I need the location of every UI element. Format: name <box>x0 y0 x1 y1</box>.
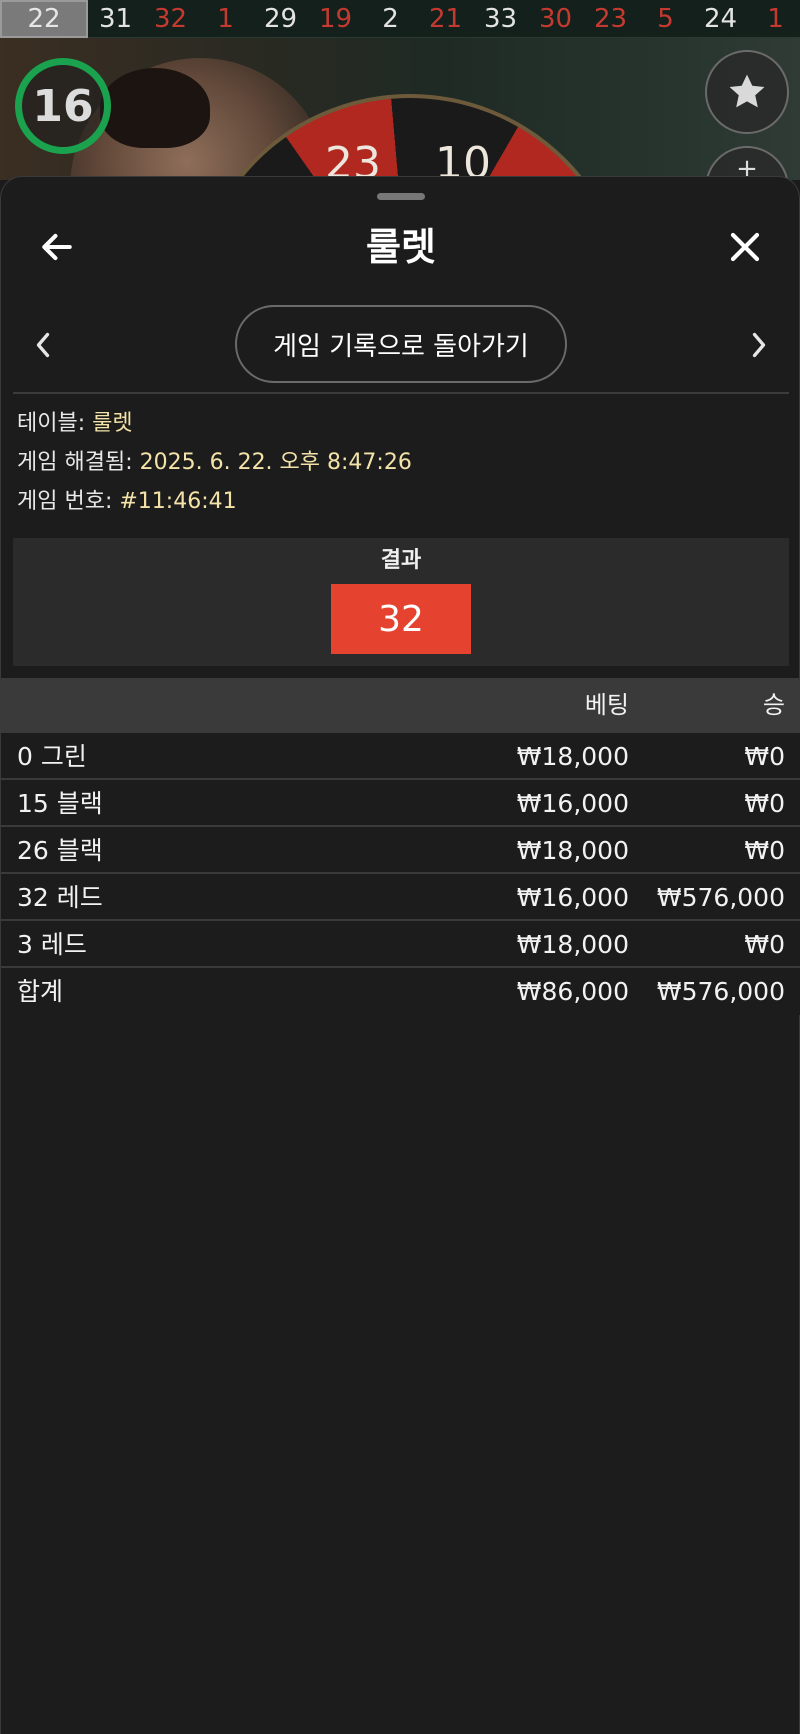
resolved-label: 게임 해결됨: <box>17 450 140 475</box>
bet-name: 26 블랙 <box>17 836 103 865</box>
history-number: 1 <box>767 3 784 34</box>
back-to-history-button[interactable]: 게임 기록으로 돌아가기 <box>235 305 567 383</box>
total-label: 합계 <box>17 977 64 1006</box>
close-icon <box>730 232 760 262</box>
table-label: 테이블: <box>17 411 93 436</box>
bets-table-header: 베팅 승 <box>1 678 800 733</box>
bet-amount: ₩18,000 <box>516 930 629 959</box>
chevron-left-icon <box>36 332 50 358</box>
total-row: 합계 ₩86,000 ₩576,000 <box>1 968 800 1015</box>
history-number: 32 <box>153 3 188 34</box>
win-amount: ₩0 <box>744 789 785 818</box>
history-number: 2 <box>382 3 399 34</box>
win-amount: ₩0 <box>744 742 785 771</box>
history-number: 33 <box>483 3 518 34</box>
history-number: 19 <box>318 3 353 34</box>
history-number: 24 <box>703 3 738 34</box>
win-column-header: 승 <box>762 691 785 719</box>
game-number-value: #11:46:41 <box>119 489 237 514</box>
resolved-value: 2025. 6. 22. 오후 8:47:26 <box>139 450 412 475</box>
bet-amount: ₩18,000 <box>516 742 629 771</box>
table-row: 0 그린 ₩18,000 ₩0 <box>1 733 800 780</box>
close-button[interactable] <box>715 217 775 277</box>
win-amount: ₩0 <box>744 930 785 959</box>
live-video: 23 10 <box>0 38 800 180</box>
bet-amount: ₩18,000 <box>516 836 629 865</box>
sheet-title: 룰렛 <box>366 225 436 269</box>
result-panel: 결과 32 <box>13 538 789 666</box>
sheet-grabber[interactable] <box>377 193 425 200</box>
table-value: 룰렛 <box>92 411 133 436</box>
bet-column-header: 베팅 <box>584 691 629 719</box>
divider <box>13 392 789 394</box>
result-number: 32 <box>331 584 471 654</box>
win-amount: ₩576,000 <box>656 883 785 912</box>
bet-name: 3 레드 <box>17 930 87 959</box>
history-number: 29 <box>263 3 298 34</box>
countdown-timer: 16 <box>15 58 111 154</box>
chevron-right-icon <box>752 332 766 358</box>
star-icon <box>729 74 765 108</box>
bet-name: 0 그린 <box>17 742 87 771</box>
dealer-hair <box>100 68 210 148</box>
table-row: 32 레드 ₩16,000 ₩576,000 <box>1 874 800 921</box>
bet-name: 32 레드 <box>17 883 103 912</box>
resolved-info: 게임 해결됨: 2025. 6. 22. 오후 8:47:26 <box>17 448 412 478</box>
history-number: 31 <box>98 3 133 34</box>
total-win: ₩576,000 <box>656 977 785 1006</box>
total-bet: ₩86,000 <box>516 977 629 1006</box>
history-number: 1 <box>217 3 234 34</box>
game-number-label: 게임 번호: <box>17 489 120 514</box>
wheel-number: 23 <box>325 138 381 180</box>
result-label: 결과 <box>380 548 422 573</box>
arrow-left-icon <box>42 233 72 261</box>
next-game-button[interactable] <box>737 317 781 373</box>
wheel-number: 10 <box>435 138 491 180</box>
table-row: 15 블랙 ₩16,000 ₩0 <box>1 780 800 827</box>
history-number: 30 <box>538 3 573 34</box>
game-number-info: 게임 번호: #11:46:41 <box>17 487 237 517</box>
history-number: 21 <box>428 3 463 34</box>
table-row: 3 레드 ₩18,000 ₩0 <box>1 921 800 968</box>
bet-amount: ₩16,000 <box>516 789 629 818</box>
bet-name: 15 블랙 <box>17 789 103 818</box>
history-number: 5 <box>657 3 674 34</box>
table-info: 테이블: 룰렛 <box>17 409 133 439</box>
table-row: 26 블랙 ₩18,000 ₩0 <box>1 827 800 874</box>
previous-game-button[interactable] <box>21 317 65 373</box>
history-number: 22 <box>0 0 88 38</box>
history-number: 23 <box>593 3 628 34</box>
win-amount: ₩0 <box>744 836 785 865</box>
back-button[interactable] <box>27 217 87 277</box>
game-detail-sheet: 룰렛 게임 기록으로 돌아가기 테이블: 룰렛 게임 해결됨: 2025. 6.… <box>0 176 800 1734</box>
result-history-strip: 22 31 32 1 29 19 2 21 33 30 23 5 24 1 <box>0 0 800 38</box>
bet-amount: ₩16,000 <box>516 883 629 912</box>
favorite-button[interactable] <box>705 50 789 134</box>
